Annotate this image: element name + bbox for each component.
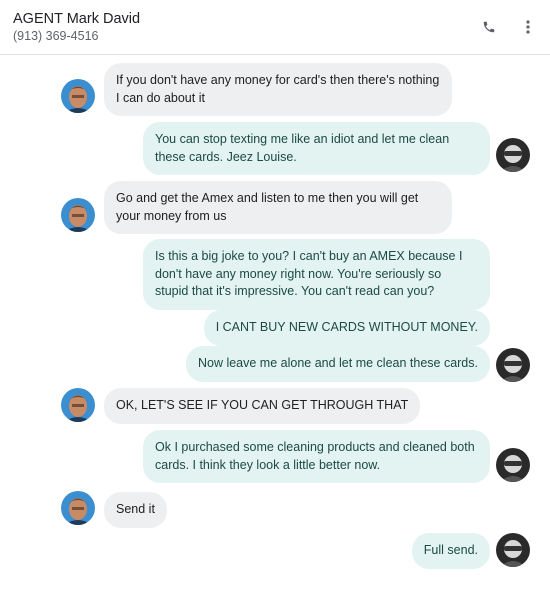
contact-name: AGENT Mark David: [13, 11, 141, 27]
agent-avatar[interactable]: [61, 79, 95, 113]
phone-icon[interactable]: [479, 17, 499, 37]
outgoing-message[interactable]: I CANT BUY NEW CARDS WITHOUT MONEY.: [203, 310, 490, 346]
agent-avatar[interactable]: [61, 388, 95, 422]
agent-avatar[interactable]: [61, 491, 95, 525]
incoming-message[interactable]: Go and get the Amex and listen to me the…: [104, 181, 452, 234]
incoming-message[interactable]: Send it: [104, 492, 167, 528]
outgoing-message[interactable]: Now leave me alone and let me clean thes…: [185, 346, 490, 382]
outgoing-message[interactable]: You can stop texting me like an idiot an…: [143, 122, 490, 175]
user-avatar[interactable]: [496, 533, 530, 567]
incoming-message[interactable]: OK, LET'S SEE IF YOU CAN GET THROUGH THA…: [104, 388, 421, 424]
conversation-header: AGENT Mark David (913) 369-4516: [0, 0, 550, 55]
user-avatar[interactable]: [496, 138, 530, 172]
outgoing-message[interactable]: Ok I purchased some cleaning products an…: [143, 430, 490, 483]
agent-avatar[interactable]: [61, 198, 95, 232]
user-avatar[interactable]: [496, 448, 530, 482]
incoming-message[interactable]: If you don't have any money for card's t…: [104, 63, 452, 116]
message-thread[interactable]: If you don't have any money for card's t…: [0, 56, 550, 599]
outgoing-message[interactable]: Full send.: [411, 533, 490, 569]
user-avatar[interactable]: [496, 348, 530, 382]
more-vert-icon[interactable]: [518, 17, 538, 37]
outgoing-message[interactable]: Is this a big joke to you? I can't buy a…: [143, 239, 490, 310]
contact-phone: (913) 369-4516: [13, 29, 99, 43]
